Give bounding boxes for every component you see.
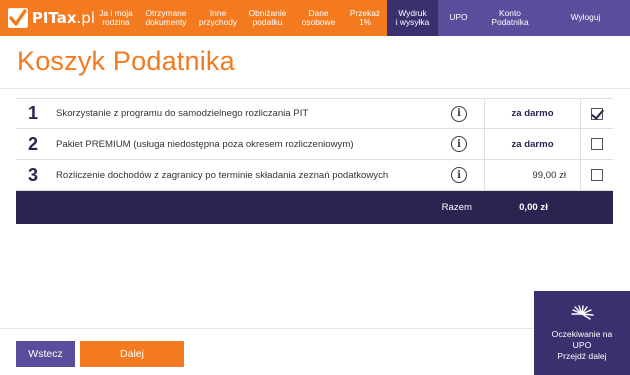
item-description: Pakiet PREMIUM (usługa niedostępna poza … [56,138,354,150]
nav-item-donate-1-percent[interactable]: Przekaż 1% [343,0,387,36]
checkbox-cell [581,169,613,181]
nav-group-steps: Ja i moja rodzina Otrzymane dokumenty In… [95,0,387,36]
nav-item-logout[interactable]: Wyloguj [541,0,630,36]
item-number: 3 [27,164,38,185]
item-number: 1 [27,103,38,123]
checkbox-cell [581,138,613,150]
nav-item-documents[interactable]: Otrzymane dokumenty [137,0,195,36]
item-price: 99,00 zł [532,169,566,181]
item-checkbox[interactable] [591,107,603,120]
nav-item-personal-data[interactable]: Dane osobowe [294,0,343,36]
nav-item-print-send[interactable]: Wydruk i wysyłka [387,0,438,36]
loading-spinner-icon [571,305,594,320]
checkbox-cell [581,107,613,120]
total-label: Razem [441,202,472,213]
basket-row: 3 Rozliczenie dochodów z zagranicy po te… [16,159,613,191]
basket-row: 2 Pakiet PREMIUM (usługa niedostępna poz… [16,128,613,160]
basket-table: 1 Skorzystanie z programu do samodzielne… [16,98,613,224]
total-value: 0,00 zł [519,202,548,213]
nav-item-tax-reduction[interactable]: Obniżanie podatku [241,0,294,36]
back-button[interactable]: Wstecz [16,341,75,367]
item-description: Rozliczenie dochodów z zagranicy po term… [56,169,389,181]
item-price: za darmo [511,108,554,119]
info-icon[interactable]: i [451,105,467,122]
nav-item-other-income[interactable]: Inne przychody [195,0,241,36]
item-number: 2 [27,133,38,154]
upo-status-text: Oczekiwanie na UPO Przejdź dalej [551,329,613,361]
info-icon[interactable]: i [451,167,467,183]
title-divider [0,88,630,89]
upo-status-panel[interactable]: Oczekiwanie na UPO Przejdź dalej [534,291,630,375]
basket-total-row: Razem 0,00 zł [16,191,613,224]
item-checkbox[interactable] [591,169,603,181]
item-description: Skorzystanie z programu do samodzielnego… [56,108,309,119]
nav-item-family[interactable]: Ja i moja rodzina [95,0,137,36]
basket-row: 1 Skorzystanie z programu do samodzielne… [16,98,613,129]
nav-group-account: Wydruk i wysyłka UPO Konto Podatnika Wyl… [387,0,630,36]
logo-check-icon [7,8,28,28]
item-price: za darmo [511,138,554,150]
top-navigation: PITax.pl Ja i moja rodzina Otrzymane dok… [0,0,630,36]
brand-name: PITax.pl [31,9,95,27]
next-button[interactable]: Dalej [80,341,184,367]
info-icon[interactable]: i [451,136,467,152]
brand-logo[interactable]: PITax.pl [0,0,95,36]
nav-item-upo[interactable]: UPO [438,0,479,36]
page-title: Koszyk Podatnika [17,46,235,76]
nav-item-taxpayer-account[interactable]: Konto Podatnika [479,0,541,36]
item-checkbox[interactable] [591,138,603,150]
